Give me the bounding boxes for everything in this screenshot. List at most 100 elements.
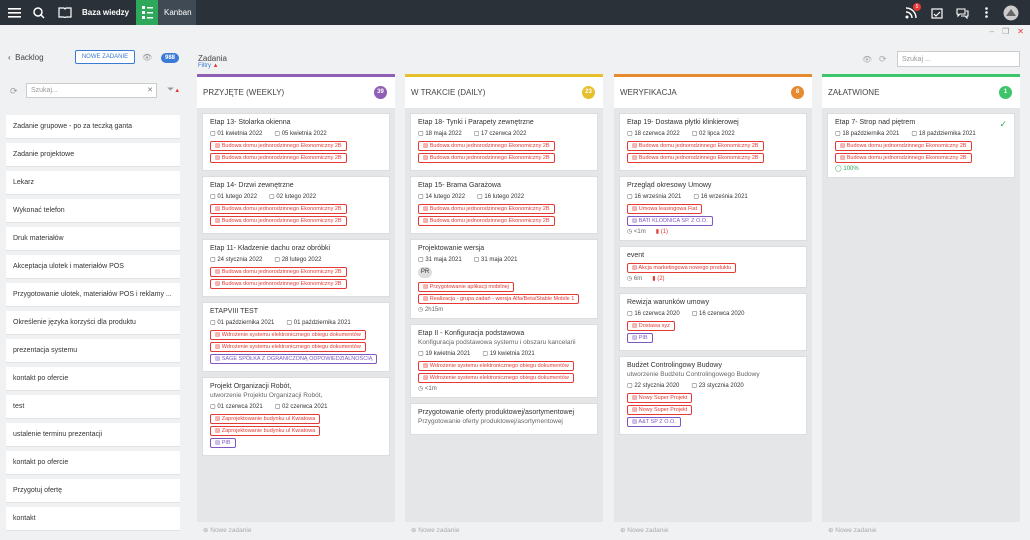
close-icon[interactable]: ✕ (1017, 27, 1024, 36)
task-card[interactable]: Etap 13- Stolarka okienna ▢ 01 kwietnia 2… (202, 113, 390, 171)
new-task-button[interactable]: NOWE ZADANIE (75, 50, 135, 64)
project-tag[interactable]: ▨ SAGE SPÓŁKA Z OGRANICZONĄ ODPOWIEDZIAL… (210, 354, 378, 364)
project-tag[interactable]: ▨ Budowa domu jednorodzinnego Ekonomiczn… (210, 153, 347, 163)
task-title: Etap 7- Strop nad piętrem (835, 119, 916, 126)
backlog-item[interactable]: Wykonać telefon (6, 199, 180, 223)
backlog-item[interactable]: Zadanie projektowe (6, 143, 180, 167)
project-tag[interactable]: ▨ Budowa domu jednorodzinnego Ekonomiczn… (210, 141, 347, 151)
filter-icon[interactable]: ⏷▲ (167, 84, 180, 95)
project-tag[interactable]: ▨ Budowa domu jednorodzinnego Ekonomiczn… (627, 141, 764, 151)
task-card[interactable]: Etap 19- Dostawa płytki klinkierowej ▢ 18… (619, 113, 807, 171)
backlog-item[interactable]: Przygotuj ofertę (6, 479, 180, 503)
knowledge-base-link[interactable]: Baza wiedzy (82, 8, 129, 17)
backlog-item[interactable]: kontakt po ofercie (6, 367, 180, 391)
book-icon[interactable] (55, 0, 75, 25)
project-tag[interactable]: ▨ Nowy Super Projekt (627, 405, 693, 415)
project-tag[interactable]: ▨ Nowy Super Projekt (627, 393, 693, 403)
eye-icon[interactable]: 👁 (862, 55, 872, 64)
project-tag[interactable]: ▨ BATI KLODNICA SP. Z O.O. (627, 216, 713, 226)
task-card[interactable]: Przegląd okresowy Umowy ▢ 16 września 202… (619, 176, 807, 241)
project-tag[interactable]: ▨ Budowa domu jednorodzinnego Ekonomiczn… (210, 267, 347, 277)
backlog-item[interactable]: test (6, 395, 180, 419)
project-tag[interactable]: ▨ Zaprojektowanie budynku ul Kwiatowa (210, 414, 321, 424)
project-tag[interactable]: ▨ Budowa domu jednorodzinnego Ekonomiczn… (210, 279, 347, 289)
project-tag[interactable]: ▨ Budowa domu jednorodzinnego Ekonomiczn… (418, 141, 555, 151)
backlog-item[interactable]: kontakt po ofercie (6, 451, 180, 475)
project-tag[interactable]: ▨ Umowa leasingowa Fiat (627, 204, 703, 214)
project-tag[interactable]: ▨ Budowa domu jednorodzinnego Ekonomiczn… (418, 204, 555, 214)
backlog-item[interactable]: kontakt (6, 507, 180, 531)
task-card[interactable]: Etap 14- Drzwi zewnętrzne ▢ 01 lutego 202… (202, 176, 390, 234)
minimize-icon[interactable]: – (990, 27, 994, 36)
comment-count[interactable]: ▮ (2) (652, 275, 664, 282)
add-task-button[interactable]: ⊕ Nowe zadanie (203, 526, 251, 534)
add-task-button[interactable]: ⊕ Nowe zadanie (411, 526, 459, 534)
start-date: ▢ 18 października 2021 (835, 131, 900, 137)
task-card[interactable]: Rewizja warunków umowy ▢ 16 czerwca 2020 ▢… (619, 293, 807, 351)
backlog-item[interactable]: ustalenie terminu prezentacji (6, 423, 180, 447)
task-card[interactable]: Etap 7- Strop nad piętrem ▢ 18 październi… (827, 113, 1015, 178)
project-tag[interactable]: ▨ Budowa domu jednorodzinnego Ekonomiczn… (418, 216, 555, 226)
backlog-item[interactable]: Lekarz (6, 171, 180, 195)
project-tag[interactable]: ▨ Budowa domu jednorodzinnego Ekonomiczn… (210, 204, 347, 214)
project-tag[interactable]: ▨ Budowa domu jednorodzinnego Ekonomiczn… (835, 153, 972, 163)
add-task-button[interactable]: ⊕ Nowe zadanie (828, 526, 876, 534)
tag-row: ▨ Budowa domu jednorodzinnego Ekonomiczn… (418, 216, 590, 228)
maximize-icon[interactable]: ❐ (1002, 27, 1009, 36)
project-tag[interactable]: ▨ Wdrożenie systemu elektronicznego obie… (210, 330, 366, 340)
end-date: ▢ 19 kwietnia 2021 (482, 351, 535, 357)
project-tag[interactable]: ▨ A&T SP Z O.O. (627, 417, 681, 427)
task-card[interactable]: ETAPVIII TEST ▢ 01 października 2021 ▢ 01 … (202, 302, 390, 372)
start-date: ▢ 01 lutego 2022 (210, 194, 258, 200)
backlog-item[interactable]: Określenie języka korzyści dla produktu (6, 311, 180, 335)
project-tag[interactable]: ▨ Realizacja - grupa zadań - wersja Alfa… (418, 294, 580, 304)
add-task-button[interactable]: ⊕ Nowe zadanie (620, 526, 668, 534)
project-tag[interactable]: ▨ PIB (627, 333, 653, 343)
backlog-back-button[interactable]: ‹ Backlog (8, 53, 44, 62)
project-tag[interactable]: ▨ Budowa domu jednorodzinnego Ekonomiczn… (627, 153, 764, 163)
project-tag[interactable]: ▨ Budowa domu jednorodzinnego Ekonomiczn… (210, 216, 347, 226)
search-icon[interactable] (30, 0, 48, 25)
project-tag[interactable]: ▨ PIB (210, 438, 236, 448)
sidebar-search-input[interactable]: Szukaj... ✕ (26, 83, 157, 98)
task-card[interactable]: Budżet Controlingowy Budowy utworzenie Bu… (619, 356, 807, 435)
calendar-icon[interactable] (927, 0, 947, 25)
eye-icon[interactable]: 👁 (142, 53, 152, 62)
task-card[interactable]: Przygotowanie oferty produktowej/asortym… (410, 403, 598, 435)
backlog-item[interactable]: prezentacja systemu (6, 339, 180, 363)
task-card[interactable]: Etap 11- Kładzenie dachu oraz obróbki ▢ 2… (202, 239, 390, 297)
task-card[interactable]: event ▨ Akcja marketingowa nowego produkt… (619, 246, 807, 288)
backlog-item[interactable]: Zadanie grupowe - po za teczką ganta (6, 115, 180, 139)
task-card[interactable]: Etap II - Konfiguracja podstawowa Konfigu… (410, 324, 598, 398)
top-bar: Baza wiedzy Kanban 5 (0, 0, 1030, 25)
backlog-item[interactable]: Przygotowanie ulotek, materiałów POS i r… (6, 283, 180, 307)
task-card[interactable]: Etap 18- Tynki i Parapety zewnętrzne ▢ 18… (410, 113, 598, 171)
clear-icon[interactable]: ✕ (147, 86, 153, 94)
board-search-input[interactable]: Szukaj ... (897, 51, 1020, 67)
avatar[interactable] (1001, 0, 1021, 25)
task-card[interactable]: Projektowanie wersja ▢ 31 maja 2021 ▢ 31 m… (410, 239, 598, 319)
backlog-item[interactable]: Druk materiałów (6, 227, 180, 251)
project-tag[interactable]: ▨ Zaprojektowanie budynku ul Kwiatowa (210, 426, 321, 436)
task-card[interactable]: Etap 15- Brama Garażowa ▢ 14 lutego 2022 ▢… (410, 176, 598, 234)
filters-link[interactable]: Filtry ▲ (198, 63, 227, 69)
backlog-item[interactable]: Akceptacja ulotek i materiałów POS (6, 255, 180, 279)
project-tag[interactable]: ▨ Wdrożenie systemu elektronicznego obie… (418, 373, 574, 383)
project-tag[interactable]: ▨ Wdrożenie systemu elektronicznego obie… (418, 361, 574, 371)
project-tag[interactable]: ▨ Wdrożenie systemu elektronicznego obie… (210, 342, 366, 352)
chat-icon[interactable] (952, 0, 972, 25)
refresh-icon[interactable]: ⟳ (879, 54, 887, 65)
comment-count[interactable]: ▮ (1) (656, 228, 668, 235)
menu-icon[interactable] (4, 0, 24, 25)
project-tag[interactable]: ▨ Przygotowanie aplikacji mobilnej (418, 282, 514, 292)
project-tag[interactable]: ▨ Budowa domu jednorodzinnego Ekonomiczn… (418, 153, 555, 163)
tag-row: ▨ Budowa domu jednorodzinnego Ekonomiczn… (418, 153, 590, 165)
task-card[interactable]: Projekt Organizacji Robót, utworzenie Pro… (202, 377, 390, 456)
project-tag[interactable]: ▨ Budowa domu jednorodzinnego Ekonomiczn… (835, 141, 972, 151)
project-tag[interactable]: ▨ Dostawa xyz (627, 321, 675, 331)
project-tag[interactable]: ▨ Akcja marketingowa nowego produktu (627, 263, 737, 273)
task-dates: ▢ 16 czerwca 2020 ▢ 16 czerwca 2020 (627, 310, 799, 317)
kanban-button[interactable]: Kanban (136, 0, 196, 25)
more-icon[interactable] (979, 0, 993, 25)
refresh-icon[interactable]: ⟳ (10, 86, 18, 97)
